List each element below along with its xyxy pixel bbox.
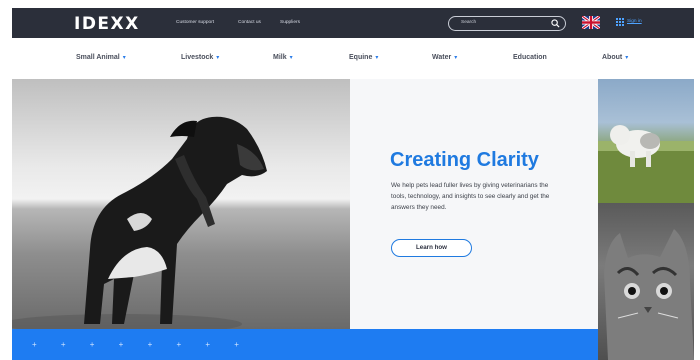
learn-how-button[interactable]: Learn how xyxy=(391,239,472,257)
hero-title: Creating Clarity xyxy=(390,149,539,171)
nav-item-water[interactable]: Water ▾ xyxy=(432,54,457,61)
sign-in-link[interactable]: Sign in xyxy=(627,19,642,24)
decorative-plus-pattern: + + + + + + + + xyxy=(32,340,250,349)
grid-icon[interactable] xyxy=(616,18,624,26)
nav-item-about[interactable]: About ▾ xyxy=(602,54,628,61)
main-nav: Small Animal ▾ Livestock ▾ Milk ▾ Equine ▾ W… xyxy=(12,38,694,79)
nav-label: Education xyxy=(513,54,547,61)
search-input[interactable]: Search xyxy=(448,16,566,31)
chevron-down-icon: ▾ xyxy=(289,55,293,61)
chevron-down-icon: ▾ xyxy=(454,55,458,61)
search-icon[interactable] xyxy=(551,19,560,28)
hero-dog-photo xyxy=(12,79,350,329)
nav-label: Equine xyxy=(349,54,373,61)
idexx-logo[interactable]: IDEXX xyxy=(74,14,140,34)
nav-label: Water xyxy=(432,54,452,61)
nav-item-small-animal[interactable]: Small Animal ▾ xyxy=(76,54,126,61)
cat-photo xyxy=(598,203,694,360)
sheepdog-image xyxy=(598,125,694,203)
dog-on-beach-image xyxy=(12,116,267,329)
nav-label: Milk xyxy=(273,54,287,61)
nav-item-education[interactable]: Education xyxy=(513,54,547,61)
nav-label: Small Animal xyxy=(76,54,120,61)
chevron-down-icon: ▾ xyxy=(122,55,126,61)
hero-description: We help pets lead fuller lives by giving… xyxy=(391,182,550,212)
uk-flag-icon[interactable] xyxy=(582,16,600,29)
nav-item-livestock[interactable]: Livestock ▾ xyxy=(181,54,219,61)
nav-label: About xyxy=(602,54,623,61)
nav-item-equine[interactable]: Equine ▾ xyxy=(349,54,378,61)
chevron-down-icon: ▾ xyxy=(625,55,629,61)
customer-support-link[interactable]: Customer support xyxy=(176,20,214,25)
suppliers-link[interactable]: Suppliers xyxy=(280,20,300,25)
sheepdog-photo xyxy=(598,79,694,203)
chevron-down-icon: ▾ xyxy=(216,55,220,61)
nav-label: Livestock xyxy=(181,54,214,61)
chevron-down-icon: ▾ xyxy=(375,55,379,61)
cat-image xyxy=(604,229,694,360)
contact-us-link[interactable]: Contact us xyxy=(238,20,261,25)
top-bar: IDEXX Customer support Contact us Suppli… xyxy=(12,8,694,38)
nav-item-milk[interactable]: Milk ▾ xyxy=(273,54,293,61)
hero-card: Creating Clarity We help pets lead fulle… xyxy=(350,79,598,329)
search-placeholder: Search xyxy=(461,20,477,25)
blue-footer-band: + + + + + + + + xyxy=(12,329,598,360)
